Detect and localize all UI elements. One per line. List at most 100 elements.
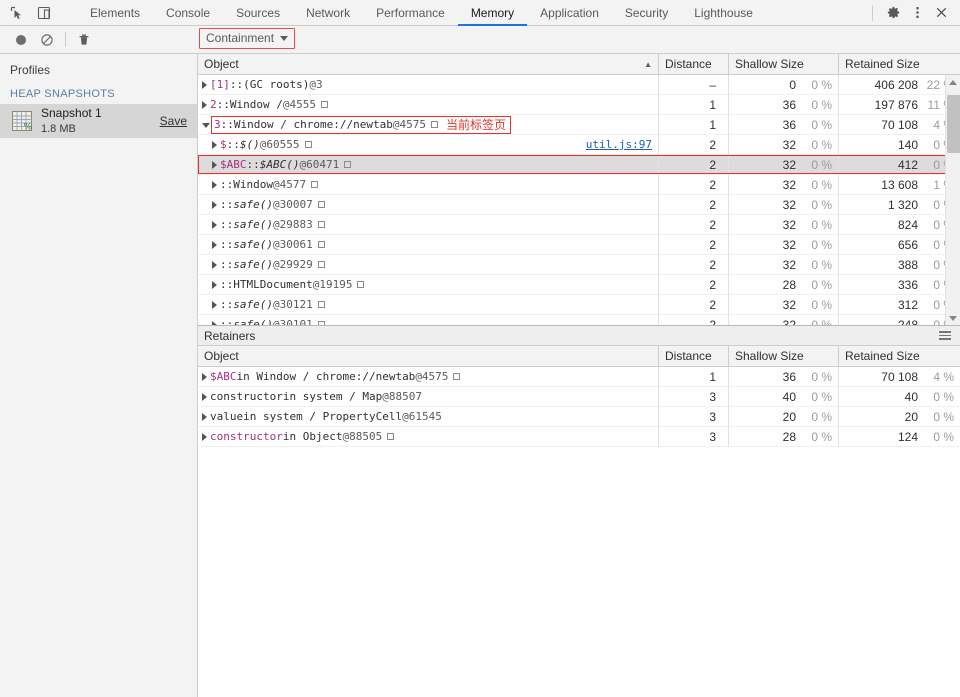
expander-closed-icon[interactable] xyxy=(212,320,217,325)
column-header-distance[interactable]: Distance xyxy=(659,54,729,74)
hamburger-menu-icon[interactable] xyxy=(936,328,954,343)
expander-closed-icon[interactable] xyxy=(212,260,217,269)
table-row[interactable]: :: safe() @30007 2 32 0 % 1 320 0 % xyxy=(198,194,960,215)
retainer-row[interactable]: constructor in system / Map @88507 3 40 0 %… xyxy=(198,386,960,407)
shallow-size-value: 32 xyxy=(782,297,796,312)
table-row[interactable]: :: safe() @30061 2 32 0 % 656 0 % xyxy=(198,234,960,255)
expander-closed-icon[interactable] xyxy=(212,300,217,309)
table-row[interactable]: :: safe() @29929 2 32 0 % 388 0 % xyxy=(198,254,960,275)
reveal-in-summary-icon[interactable] xyxy=(357,281,365,288)
retainers-column-header-object[interactable]: Object xyxy=(198,346,659,366)
constructors-grid-body[interactable]: [1] :: (GC roots) @3–0 0 % 406 208 22 % 2 ::… xyxy=(198,75,960,325)
column-header-retained-size[interactable]: Retained Size xyxy=(839,54,960,74)
expander-closed-icon[interactable] xyxy=(212,280,217,289)
retained-size-cell: 312 0 % xyxy=(839,295,960,315)
inspect-element-icon[interactable] xyxy=(8,4,25,21)
device-toolbar-icon[interactable] xyxy=(35,4,52,21)
column-header-shallow-size[interactable]: Shallow Size xyxy=(729,54,839,74)
reveal-in-summary-icon[interactable] xyxy=(387,433,395,440)
scrollbar-thumb[interactable] xyxy=(946,95,960,153)
view-selector[interactable]: Containment xyxy=(204,31,290,45)
reveal-in-summary-icon[interactable] xyxy=(317,261,325,268)
retainer-retained-size-cell: 70 108 4 % xyxy=(839,367,960,387)
tab-memory[interactable]: Memory xyxy=(457,0,528,26)
retainers-column-header-shallow[interactable]: Shallow Size xyxy=(729,346,839,366)
sidebar-item-snapshot-1[interactable]: % Snapshot 1 1.8 MB Save xyxy=(0,104,197,138)
retainer-row[interactable]: $ABC in Window / chrome://newtab @4575 1 3… xyxy=(198,366,960,387)
expander-closed-icon[interactable] xyxy=(212,220,217,229)
row-object-address: @19195 xyxy=(312,278,353,291)
expander-closed-icon[interactable] xyxy=(212,180,217,189)
retainers-rows[interactable]: $ABC in Window / chrome://newtab @4575 1 3… xyxy=(198,366,960,447)
table-row[interactable]: :: HTMLDocument @19195 2 28 0 % 336 0 % xyxy=(198,274,960,295)
expander-closed-icon[interactable] xyxy=(202,80,207,89)
retainer-retained-size-percent: 0 % xyxy=(933,429,954,444)
expander-open-icon[interactable] xyxy=(202,123,210,128)
tab-application[interactable]: Application xyxy=(527,0,612,25)
devtools-tabbar: Elements Console Sources Network Perform… xyxy=(0,0,960,26)
tab-performance[interactable]: Performance xyxy=(363,0,458,25)
retainers-column-header-distance[interactable]: Distance xyxy=(659,346,729,366)
table-row[interactable]: 2 :: Window / @4555 1 36 0 % 197 876 11 % xyxy=(198,94,960,115)
settings-gear-icon[interactable] xyxy=(882,2,904,24)
expander-closed-icon[interactable] xyxy=(202,372,207,381)
row-object-address: @3 xyxy=(309,78,323,91)
retainer-name: value xyxy=(210,410,244,423)
shallow-size-percent: 0 % xyxy=(811,237,832,252)
tab-sources[interactable]: Sources xyxy=(223,0,293,25)
reveal-in-summary-icon[interactable] xyxy=(317,301,325,308)
tab-elements[interactable]: Elements xyxy=(77,0,153,25)
table-row[interactable]: [1] :: (GC roots) @3 – 0 0 % 406 208 22 % xyxy=(198,75,960,95)
save-snapshot-link[interactable]: Save xyxy=(160,114,191,128)
expander-closed-icon[interactable] xyxy=(202,432,207,441)
source-link[interactable]: util.js:97 xyxy=(586,138,652,151)
scroll-up-arrow-icon[interactable] xyxy=(946,75,960,89)
retainer-shallow-size-cell: 36 0 % xyxy=(729,366,839,387)
scroll-down-arrow-icon[interactable] xyxy=(946,311,960,325)
expander-closed-icon[interactable] xyxy=(212,140,217,149)
expander-closed-icon[interactable] xyxy=(212,200,217,209)
tab-lighthouse[interactable]: Lighthouse xyxy=(681,0,766,25)
clear-icon[interactable] xyxy=(34,28,60,52)
expander-closed-icon[interactable] xyxy=(202,412,207,421)
reveal-in-summary-icon[interactable] xyxy=(430,121,438,128)
reveal-in-summary-icon[interactable] xyxy=(320,101,328,108)
table-row[interactable]: :: safe() @30121 2 32 0 % 312 0 % xyxy=(198,294,960,315)
reveal-in-summary-icon[interactable] xyxy=(317,201,325,208)
expander-closed-icon[interactable] xyxy=(212,240,217,249)
row-object-detail: safe() xyxy=(233,198,273,211)
table-row[interactable]: :: safe() @29883 2 32 0 % 824 0 % xyxy=(198,214,960,235)
table-row[interactable]: 3 :: Window / chrome://newtab @4575 当前标签页… xyxy=(198,114,960,135)
close-icon[interactable] xyxy=(930,2,952,24)
more-options-icon[interactable] xyxy=(906,2,928,24)
reveal-in-summary-icon[interactable] xyxy=(344,161,352,168)
reveal-in-summary-icon[interactable] xyxy=(317,321,325,325)
profiles-sidebar: Profiles HEAP SNAPSHOTS % Snapshot 1 1.8… xyxy=(0,54,198,697)
table-row[interactable]: $ :: $() @60555 util.js:97 2 32 0 % 140 0 % xyxy=(198,134,960,155)
scrollbar-track[interactable] xyxy=(946,89,960,311)
retainer-shallow-size-value: 20 xyxy=(782,409,796,424)
tab-network[interactable]: Network xyxy=(293,0,363,25)
reveal-in-summary-icon[interactable] xyxy=(311,181,319,188)
constructors-scrollbar[interactable] xyxy=(945,75,960,325)
row-separator: :: xyxy=(220,318,234,325)
table-row[interactable]: :: safe() @30101 2 32 0 % 248 0 % xyxy=(198,314,960,325)
retainer-row[interactable]: value in system / PropertyCell @61545 3 20… xyxy=(198,406,960,427)
expander-closed-icon[interactable] xyxy=(202,392,207,401)
tab-console[interactable]: Console xyxy=(153,0,223,25)
retainer-row[interactable]: constructor in Object @88505 3 28 0 % 124 0 % xyxy=(198,426,960,447)
retainers-column-header-retained[interactable]: Retained Size xyxy=(839,346,960,366)
column-header-object[interactable]: Object ▲ xyxy=(198,54,659,74)
reveal-in-summary-icon[interactable] xyxy=(317,241,325,248)
row-separator: :: xyxy=(220,118,234,131)
expander-closed-icon[interactable] xyxy=(202,100,207,109)
table-row[interactable]: $ABC :: $ABC() @60471 2 32 0 % 412 0 % xyxy=(198,154,960,175)
record-heap-snapshot-icon[interactable] xyxy=(8,28,34,52)
tab-security[interactable]: Security xyxy=(612,0,681,25)
reveal-in-summary-icon[interactable] xyxy=(304,141,312,148)
expander-closed-icon[interactable] xyxy=(212,160,217,169)
reveal-in-summary-icon[interactable] xyxy=(453,373,461,380)
table-row[interactable]: :: Window @4577 2 32 0 % 13 608 1 % xyxy=(198,174,960,195)
reveal-in-summary-icon[interactable] xyxy=(317,221,325,228)
trash-icon[interactable] xyxy=(71,28,97,52)
